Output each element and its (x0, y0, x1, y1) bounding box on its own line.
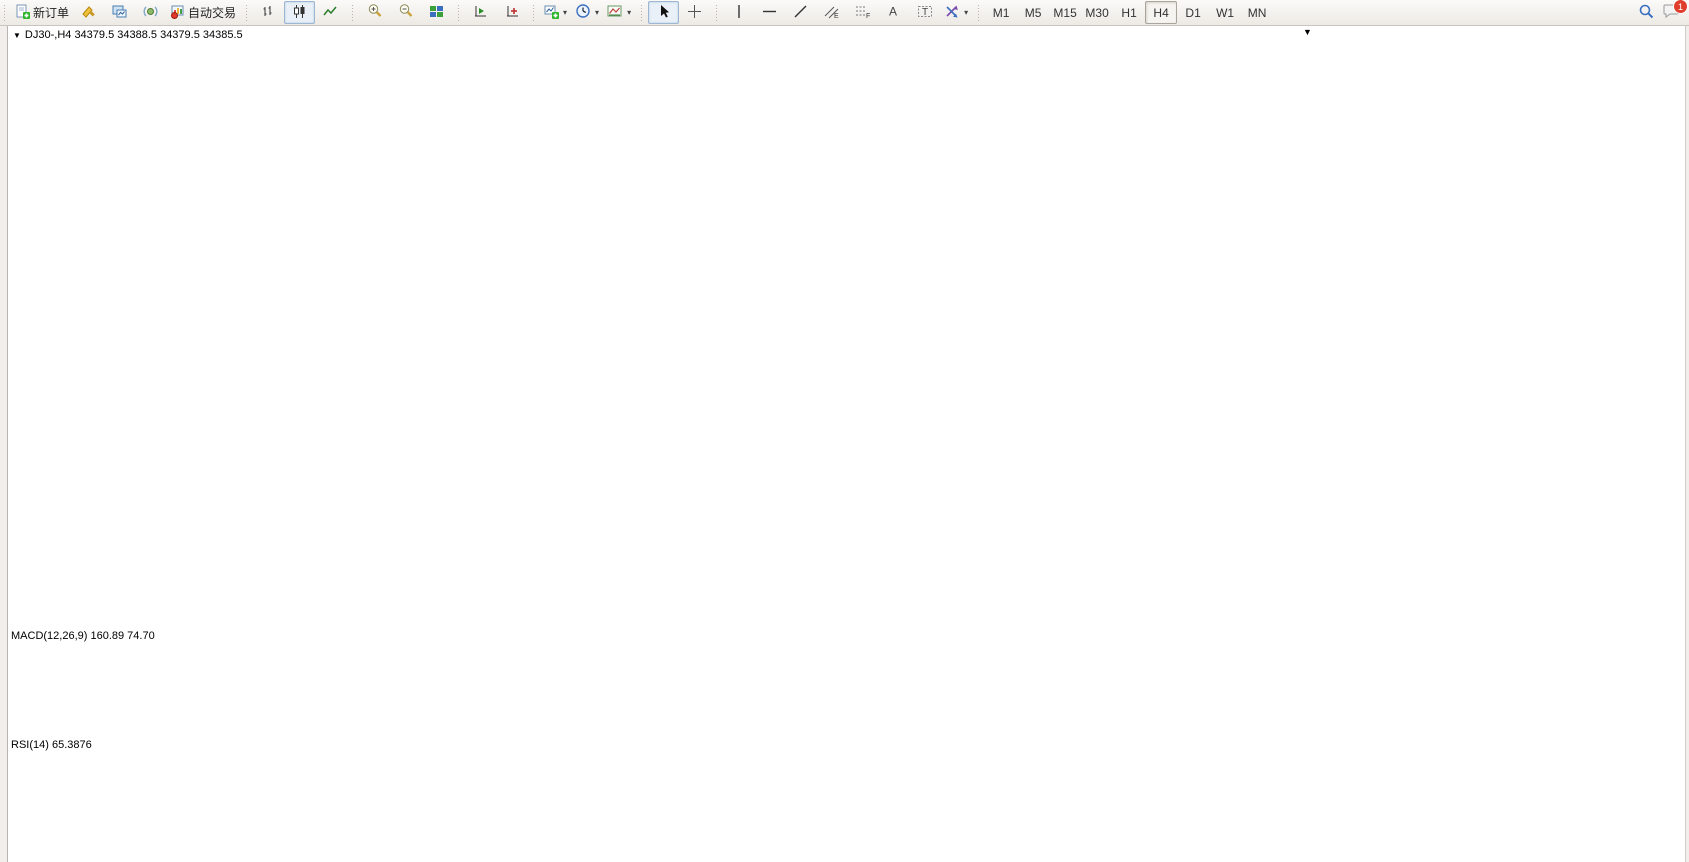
chevron-down-icon[interactable]: ▼ (13, 31, 21, 40)
equidistant-channel-button[interactable]: E (816, 1, 847, 24)
line-chart-button[interactable] (315, 1, 346, 24)
timeframe-m5-button[interactable]: M5 (1017, 1, 1049, 24)
bar-chart-icon (261, 4, 276, 22)
new-order-icon (15, 4, 30, 22)
notifications-button[interactable]: 1 (1663, 3, 1681, 22)
zoom-out-icon (398, 3, 414, 22)
crosshair-button[interactable] (679, 1, 710, 24)
fibonacci-button[interactable]: F (847, 1, 878, 24)
horizontal-line-icon (762, 5, 777, 21)
window-left-edge (0, 25, 8, 862)
mt4-window: 新订单 自动交易 (0, 0, 1689, 862)
toolbar-grip (976, 5, 981, 21)
auto-trading-icon (170, 4, 185, 22)
signal-icon (143, 4, 158, 22)
timeframe-m15-button[interactable]: M15 (1049, 1, 1081, 24)
chart-window-icon (112, 4, 127, 22)
fibonacci-icon: F (855, 4, 871, 22)
toolbar-grip (714, 5, 719, 21)
window-right-edge (1685, 25, 1689, 862)
templates-dropdown-caret[interactable]: ▾ (627, 8, 631, 17)
text-button[interactable]: A (878, 1, 909, 24)
rsi-indicator-label: RSI(14) 65.3876 (11, 739, 92, 751)
svg-text:E: E (834, 13, 839, 19)
chart-window-button[interactable] (104, 1, 135, 24)
macd-indicator-label: MACD(12,26,9) 160.89 74.70 (11, 630, 155, 642)
cursor-button[interactable] (648, 1, 679, 24)
templates-button[interactable]: ▾ (603, 1, 635, 24)
toolbar-grip (456, 5, 461, 21)
line-chart-icon (323, 4, 338, 22)
timeframe-h4-button[interactable]: H4 (1145, 1, 1177, 24)
vertical-line-button[interactable] (723, 1, 754, 24)
toolbar-grip (244, 5, 249, 21)
search-icon[interactable] (1638, 3, 1655, 23)
timeframe-m1-button[interactable]: M1 (985, 1, 1017, 24)
chart-canvas[interactable] (0, 25, 1689, 862)
toolbar-grip (639, 5, 644, 21)
timeframe-d1-button[interactable]: D1 (1177, 1, 1209, 24)
zoom-in-button[interactable] (359, 1, 390, 24)
arrows-dropdown-caret[interactable]: ▾ (964, 8, 968, 17)
notification-badge: 1 (1673, 0, 1688, 14)
chart-corner-marker[interactable]: ▼ (1303, 27, 1312, 37)
text-label-button[interactable]: T (909, 1, 940, 24)
arrows-shapes-button[interactable]: ▾ (940, 1, 972, 24)
toolbar-grip (2, 5, 7, 21)
toolbar-grip (350, 5, 355, 21)
vertical-line-icon (733, 4, 745, 22)
indicators-button[interactable]: ▾ (540, 1, 571, 24)
zoom-in-icon (367, 3, 383, 22)
auto-scroll-icon (473, 4, 489, 22)
toolbar-grip (531, 5, 536, 21)
tile-windows-button[interactable] (421, 1, 452, 24)
signal-button[interactable] (135, 1, 166, 24)
cursor-icon (657, 4, 671, 22)
svg-text:F: F (866, 13, 870, 19)
chart-shift-button[interactable] (496, 1, 527, 24)
gavel-icon (81, 4, 96, 22)
timeframe-w1-button[interactable]: W1 (1209, 1, 1241, 24)
timeframe-mn-button[interactable]: MN (1241, 1, 1273, 24)
gavel-button[interactable] (73, 1, 104, 24)
horizontal-line-button[interactable] (754, 1, 785, 24)
svg-text:T: T (922, 7, 928, 18)
indicators-dropdown-caret[interactable]: ▾ (563, 8, 567, 17)
new-order-button[interactable]: 新订单 (11, 1, 73, 24)
timeframe-h1-button[interactable]: H1 (1113, 1, 1145, 24)
chart-shift-icon (504, 4, 520, 22)
chart-area[interactable] (0, 25, 1689, 862)
text-label-icon: T (917, 4, 933, 22)
trendline-icon (793, 4, 808, 22)
periods-dropdown-caret[interactable]: ▾ (595, 8, 599, 17)
arrows-shapes-icon (944, 4, 960, 22)
equidistant-channel-icon: E (824, 4, 840, 22)
bar-chart-button[interactable] (253, 1, 284, 24)
timeframe-m30-button[interactable]: M30 (1081, 1, 1113, 24)
trendline-button[interactable] (785, 1, 816, 24)
auto-scroll-button[interactable] (465, 1, 496, 24)
timeframe-group: M1 M5 M15 M30 H1 H4 D1 W1 MN (983, 0, 1275, 25)
main-toolbar: 新订单 自动交易 (0, 0, 1689, 26)
periods-button[interactable]: ▾ (571, 1, 603, 24)
text-a-icon: A (887, 4, 900, 21)
indicators-icon (544, 4, 559, 22)
clock-icon (575, 3, 591, 22)
tile-windows-icon (429, 4, 444, 22)
svg-text:A: A (889, 5, 897, 19)
auto-trading-button[interactable]: 自动交易 (166, 1, 240, 24)
templates-icon (607, 4, 623, 22)
zoom-out-button[interactable] (390, 1, 421, 24)
crosshair-icon (687, 4, 702, 22)
auto-trading-label: 自动交易 (188, 4, 236, 21)
candlestick-chart-button[interactable] (284, 1, 315, 24)
chart-ohlc-info[interactable]: ▼DJ30-,H4 34379.5 34388.5 34379.5 34385.… (13, 29, 243, 41)
new-order-label: 新订单 (33, 4, 69, 21)
candlestick-chart-icon (292, 4, 307, 22)
